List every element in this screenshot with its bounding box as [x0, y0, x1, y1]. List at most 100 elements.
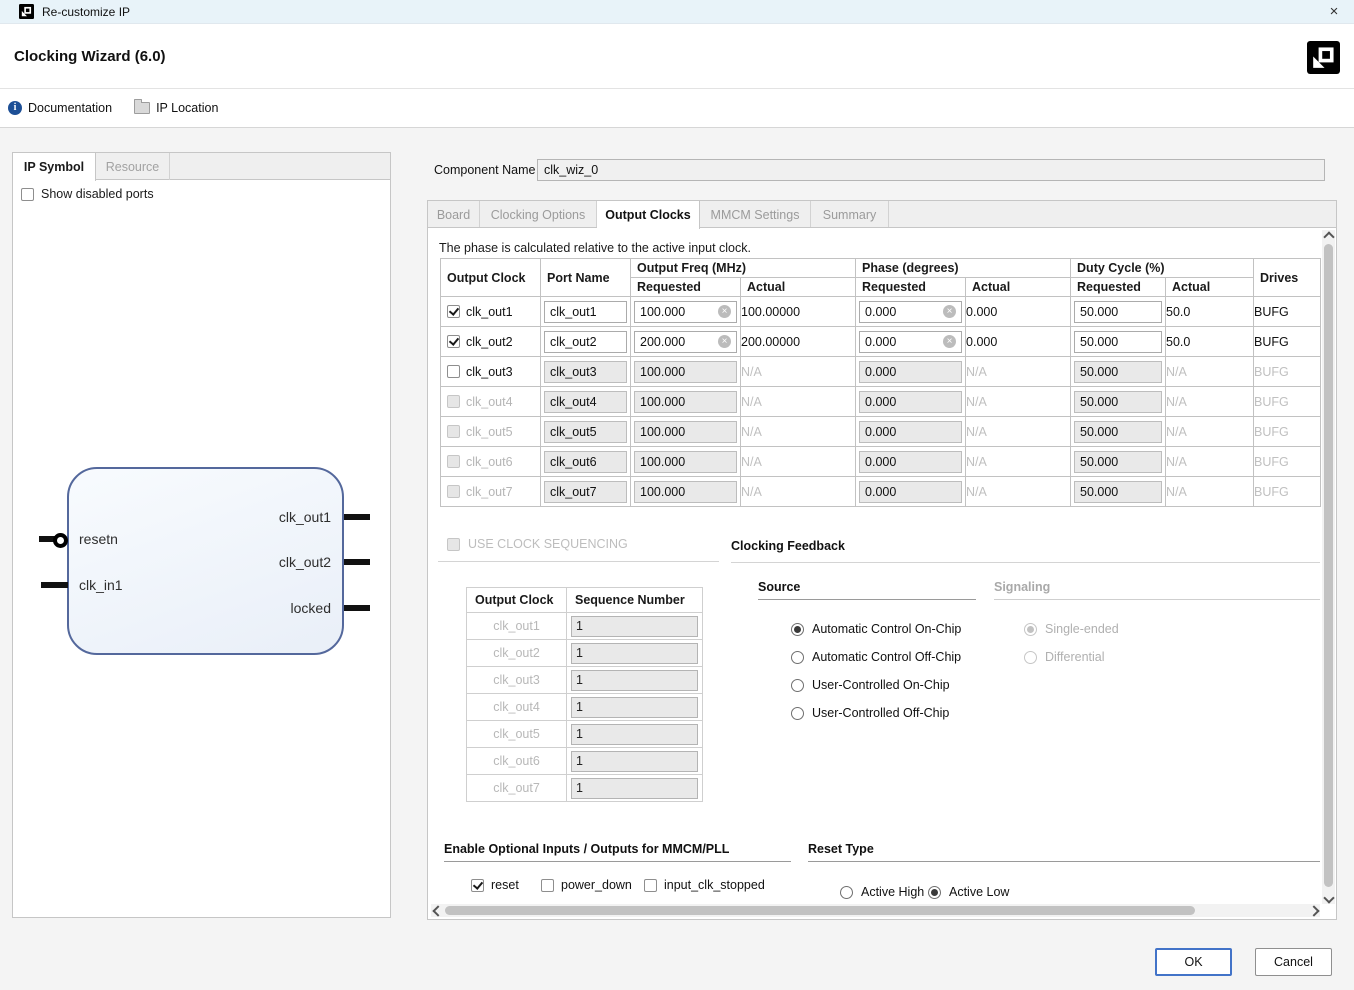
sequence-row: clk_out3 1	[466, 666, 703, 694]
port-name-field: clk_out5	[544, 420, 627, 443]
use-clock-sequencing-label: USE CLOCK SEQUENCING	[468, 537, 628, 551]
radio-icon[interactable]	[928, 885, 941, 899]
radio-user-controlled-off-chip[interactable]: User-Controlled Off-Chip	[791, 706, 949, 720]
duty-requested-field[interactable]: 50.000	[1074, 330, 1163, 353]
tab-clocking-options[interactable]: Clocking Options	[480, 201, 597, 228]
clk-out4-checkbox	[447, 395, 460, 408]
clk-out1-checkbox[interactable]	[447, 305, 460, 318]
drives-value: BUFG	[1253, 446, 1322, 477]
phase-requested-field[interactable]: 0.000 ×	[859, 300, 963, 323]
radio-active-low[interactable]: Active Low	[928, 885, 1009, 899]
ip-location-button[interactable]: IP Location	[134, 99, 218, 115]
output-clocks-panel: The phase is calculated relative to the …	[427, 227, 1337, 920]
freq-requested-field[interactable]: 200.000 ×	[634, 330, 737, 353]
scroll-right-button[interactable]	[1307, 904, 1320, 917]
show-disabled-ports-checkbox[interactable]	[21, 187, 34, 201]
window-titlebar: Re-customize IP ×	[0, 0, 1354, 24]
radio-icon[interactable]	[791, 650, 804, 664]
radio-differential: Differential	[1024, 650, 1105, 664]
tab-output-clocks[interactable]: Output Clocks	[597, 201, 700, 229]
cancel-button[interactable]: Cancel	[1255, 948, 1332, 976]
clear-icon[interactable]: ×	[718, 335, 731, 348]
tab-resource[interactable]: Resource	[96, 153, 170, 180]
table-row: clk_out5 clk_out5 100.000 N/A 0.000 N/A …	[440, 416, 1322, 447]
clk-out6-checkbox	[447, 455, 460, 468]
documentation-button[interactable]: i Documentation	[8, 101, 112, 115]
component-name-input[interactable]	[537, 159, 1325, 181]
duty-requested-field[interactable]: 50.000	[1074, 300, 1163, 323]
radio-icon[interactable]	[791, 706, 804, 720]
tab-board[interactable]: Board	[428, 201, 480, 228]
show-disabled-ports[interactable]: Show disabled ports	[21, 187, 154, 201]
scroll-up-button[interactable]	[1322, 230, 1335, 243]
xilinx-logo	[1307, 41, 1340, 74]
resetn-inverter-bubble	[53, 533, 68, 548]
freq-requested-value: 100.000	[640, 304, 686, 319]
port-name-field[interactable]: clk_out2	[544, 330, 627, 353]
scroll-down-button[interactable]	[1322, 891, 1335, 904]
col-port-name: Port Name	[540, 258, 631, 297]
clk-out3-checkbox[interactable]	[447, 365, 460, 378]
col-phase-requested: Requested	[855, 277, 967, 297]
radio-user-controlled-on-chip[interactable]: User-Controlled On-Chip	[791, 678, 950, 692]
radio-icon[interactable]	[840, 885, 853, 899]
clk-in1-pin-stub	[41, 582, 68, 588]
clk-out2-checkbox[interactable]	[447, 335, 460, 348]
checkbox-label: input_clk_stopped	[664, 878, 765, 892]
duty-actual-value: 50.0	[1165, 326, 1255, 357]
clear-icon[interactable]: ×	[718, 305, 731, 318]
close-icon[interactable]: ×	[1324, 2, 1344, 22]
radio-icon[interactable]	[791, 622, 804, 636]
output-clock-name: clk_out1	[466, 304, 513, 319]
clear-icon[interactable]: ×	[943, 335, 957, 348]
col-sequence-number: Sequence Number	[566, 587, 703, 613]
port-name-field: clk_out6	[544, 450, 627, 473]
clk-out1-pin-stub	[344, 514, 370, 520]
radio-icon	[1024, 622, 1037, 636]
output-clock-name: clk_out2	[466, 334, 513, 349]
duty-requested-field: 50.000	[1074, 480, 1163, 503]
radio-label: Automatic Control Off-Chip	[812, 650, 962, 664]
power-down-checkbox[interactable]	[541, 878, 554, 892]
reset-checkbox[interactable]	[471, 878, 484, 892]
freq-requested-field[interactable]: 100.000 ×	[634, 300, 737, 323]
scroll-left-button[interactable]	[431, 904, 444, 917]
table-row: clk_out1 clk_out1 100.000 × 100.00000 0.…	[440, 296, 1322, 327]
radio-label: Active Low	[949, 885, 1010, 899]
horizontal-scrollbar[interactable]	[431, 904, 1320, 917]
seq-clock-label: clk_out2	[466, 639, 567, 667]
documentation-label: Documentation	[28, 101, 113, 115]
port-name-field[interactable]: clk_out1	[544, 300, 627, 323]
vertical-scroll-thumb[interactable]	[1324, 244, 1333, 887]
source-title: Source	[758, 580, 801, 594]
ok-button[interactable]: OK	[1155, 948, 1232, 976]
phase-actual-value: N/A	[965, 446, 1072, 477]
radio-active-high[interactable]: Active High	[840, 885, 924, 899]
xilinx-logo-icon	[19, 4, 34, 19]
radio-automatic-control-off-chip[interactable]: Automatic Control Off-Chip	[791, 650, 961, 664]
freq-actual-value: N/A	[739, 446, 857, 477]
tab-ip-symbol[interactable]: IP Symbol	[13, 153, 96, 181]
use-clock-sequencing: USE CLOCK SEQUENCING	[447, 537, 628, 551]
col-duty-requested: Requested	[1070, 277, 1167, 297]
phase-actual-value: N/A	[965, 386, 1072, 417]
radio-automatic-control-on-chip[interactable]: Automatic Control On-Chip	[791, 622, 961, 636]
input-clk-stopped-checkbox-row[interactable]: input_clk_stopped	[644, 878, 765, 892]
tab-mmcm-settings[interactable]: MMCM Settings	[700, 201, 811, 228]
signaling-title: Signaling	[994, 580, 1051, 594]
horizontal-scroll-thumb[interactable]	[445, 906, 1195, 915]
radio-label: Active High	[861, 885, 925, 899]
radio-icon[interactable]	[791, 678, 804, 692]
input-clk-stopped-checkbox[interactable]	[644, 878, 657, 892]
reset-checkbox-row[interactable]: reset	[471, 878, 519, 892]
tab-summary[interactable]: Summary	[811, 201, 889, 228]
phase-requested-field[interactable]: 0.000 ×	[859, 330, 963, 353]
clear-icon[interactable]: ×	[943, 305, 957, 318]
port-name-field: clk_out4	[544, 390, 627, 413]
vertical-scrollbar[interactable]	[1322, 230, 1335, 904]
divider	[731, 562, 1320, 563]
power-down-checkbox-row[interactable]: power_down	[541, 878, 632, 892]
port-name-field: clk_out3	[544, 360, 627, 383]
radio-single-ended: Single-ended	[1024, 622, 1119, 636]
phase-requested-field: 0.000	[859, 360, 963, 383]
